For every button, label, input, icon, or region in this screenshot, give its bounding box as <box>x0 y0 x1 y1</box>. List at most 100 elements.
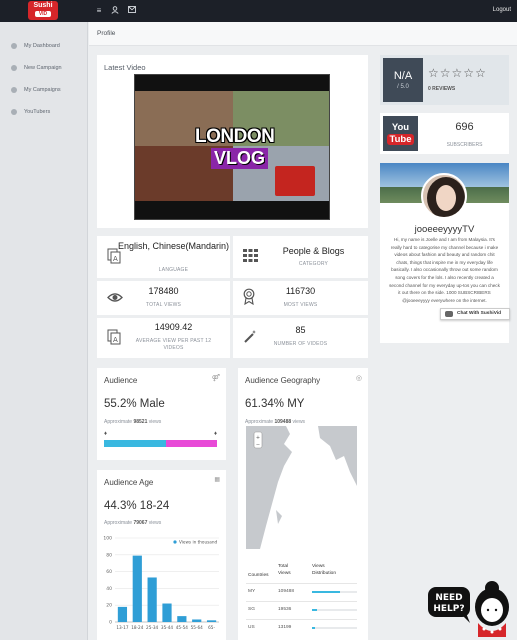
stat-total-views: 178480 TOTAL VIEWS <box>97 281 230 315</box>
campaign-icon <box>11 65 17 71</box>
video-overlay-line1: LONDON <box>195 126 275 147</box>
campaigns-icon <box>11 87 17 93</box>
youtube-logo-line1: You <box>391 122 410 133</box>
bar <box>147 577 157 622</box>
gender-bar <box>104 440 217 447</box>
y-tick-label: 20 <box>106 603 112 609</box>
rating-scale: / 5.0 <box>397 84 409 90</box>
table-row: US 13199 <box>246 619 357 635</box>
chat-bubble-icon <box>445 311 453 317</box>
top-navbar: Sushi VID ≡ Logout <box>0 0 517 22</box>
audience-panel: Audience ⚤ 55.2% Male Approximate 98521 … <box>97 368 226 460</box>
menu-icon[interactable]: ≡ <box>94 6 104 16</box>
y-tick-label: 0 <box>109 620 112 626</box>
stat-category: People & Blogs CATEGORY <box>233 236 368 278</box>
star-icon: ☆ <box>451 66 463 80</box>
x-tick-label: 65- <box>208 625 215 630</box>
stat-average-view-label: AVERAGE VIEW PER PAST 12 VIDEOS <box>135 338 212 351</box>
y-tick-label: 60 <box>106 569 112 575</box>
x-tick-label: 35-44 <box>161 625 174 630</box>
video-player[interactable]: LONDON VLOG <box>134 74 330 220</box>
gender-bar-male <box>104 440 167 447</box>
rating-card: N/A / 5.0 ☆☆☆☆☆ 0 REVIEWS <box>380 55 509 105</box>
youtubers-icon <box>11 109 17 115</box>
age-bar-chart: 0 20 40 60 80 100 13-17 18-24 25-34 35-44 45-54 55-… <box>103 536 219 630</box>
youtube-card: You Tube 696 SUBSCRIBERS <box>380 113 509 154</box>
sidebar-item-label: New Campaign <box>24 65 62 71</box>
geo-header-views: Total Views <box>278 564 291 576</box>
reviews-label: REVIEWS <box>432 86 456 92</box>
audience-geography-panel: Audience Geography ◎ 61.34% MY Approxima… <box>238 368 368 640</box>
star-icon: ☆ <box>463 66 475 80</box>
subscribers-label: SUBSCRIBERS <box>446 142 483 148</box>
gender-bar-wrap: ♦ ♦ <box>104 431 217 453</box>
geo-header-distribution: Views Distribution <box>312 564 336 576</box>
stat-most-views-label: MOST VIEWS <box>283 302 318 308</box>
need-help-widget[interactable]: NEED HELP? <box>426 577 512 637</box>
need-help-line1: NEED <box>435 593 462 603</box>
chat-button[interactable]: Chat With SushiVid <box>440 308 510 320</box>
x-tick-label: 55-64 <box>191 625 204 630</box>
stat-category-value: People & Blogs <box>282 246 345 256</box>
chat-button-label: Chat With SushiVid <box>457 311 502 316</box>
stat-average-view: A 14909.42 AVERAGE VIEW PER PAST 12 VIDE… <box>97 318 230 358</box>
svg-text:−: − <box>256 442 260 448</box>
world-map[interactable]: + − <box>246 426 357 549</box>
logo-sub: VID <box>35 11 51 17</box>
sidebar-item-my-campaigns[interactable]: My Campaigns <box>0 81 88 99</box>
table-row: MY 109488 <box>246 583 357 599</box>
geography-approx: Approximate 109488 views <box>245 419 306 425</box>
svg-text:+: + <box>256 435 260 441</box>
user-icon[interactable] <box>110 6 120 16</box>
bar <box>162 603 172 622</box>
reviews-count: 0 <box>428 86 431 92</box>
distribution-bar <box>312 627 316 629</box>
y-tick-label: 100 <box>103 536 112 542</box>
logo-text: Sushi <box>33 2 53 9</box>
geography-headline: 61.34% MY <box>245 398 305 410</box>
y-tick-label: 40 <box>106 586 112 592</box>
sidebar-item-dashboard[interactable]: My Dashboard <box>0 37 88 55</box>
stat-total-views-value: 178480 <box>148 286 179 296</box>
video-overlay-line2: VLOG <box>211 148 269 169</box>
stat-language: A English, Chinese(Mandarin) LANGUAGE <box>97 236 230 278</box>
stat-most-views: 116730 MOST VIEWS <box>233 281 368 315</box>
audience-title: Audience <box>104 376 138 385</box>
x-tick-label: 45-54 <box>176 625 189 630</box>
bar <box>192 619 202 622</box>
sidebar-item-youtubers[interactable]: YouTubers <box>0 103 88 121</box>
legend-label: Views in thousand <box>179 540 218 545</box>
latest-video-card: Latest Video LONDON VLOG <box>97 55 368 228</box>
sidebar-item-new-campaign[interactable]: New Campaign <box>0 59 88 77</box>
sidebar-item-label: My Campaigns <box>24 87 61 93</box>
logout-link[interactable]: Logout <box>493 7 511 13</box>
latest-video-title: Latest Video <box>104 63 146 72</box>
breadcrumb: Profile <box>89 22 517 46</box>
sidebar-item-label: My Dashboard <box>24 43 60 49</box>
stat-average-view-value: 14909.42 <box>154 322 193 332</box>
avatar <box>421 173 467 219</box>
age-headline: 44.3% 18-24 <box>104 500 170 512</box>
mail-icon[interactable] <box>127 6 137 16</box>
stat-most-views-value: 116730 <box>285 286 316 296</box>
audience-headline: 55.2% Male <box>104 398 165 410</box>
stat-number-videos: 85 NUMBER OF VIDEOS <box>233 318 368 358</box>
x-tick-label: 25-34 <box>146 625 159 630</box>
distribution-bar <box>312 609 317 611</box>
sushivid-logo[interactable]: Sushi VID <box>28 1 58 20</box>
y-tick-label: 80 <box>106 552 112 558</box>
bar <box>206 620 217 622</box>
geo-header-country: Countries <box>248 573 269 578</box>
profile-name: jooeeeyyyyTV <box>414 224 475 235</box>
star-icon: ☆ <box>439 66 451 80</box>
stat-total-views-label: TOTAL VIEWS <box>145 302 182 308</box>
rating-stars: ☆☆☆☆☆ <box>428 66 487 80</box>
x-tick-label: 18-24 <box>131 625 144 630</box>
rating-box: N/A / 5.0 <box>383 58 423 102</box>
audience-approx: Approximate 98521 views <box>104 419 162 425</box>
globe-icon: ◎ <box>355 375 362 382</box>
bar <box>117 606 128 622</box>
stat-language-value: English, Chinese(Mandarin) <box>117 241 230 251</box>
legend-swatch <box>173 540 177 544</box>
gender-icon: ⚤ <box>211 375 220 382</box>
